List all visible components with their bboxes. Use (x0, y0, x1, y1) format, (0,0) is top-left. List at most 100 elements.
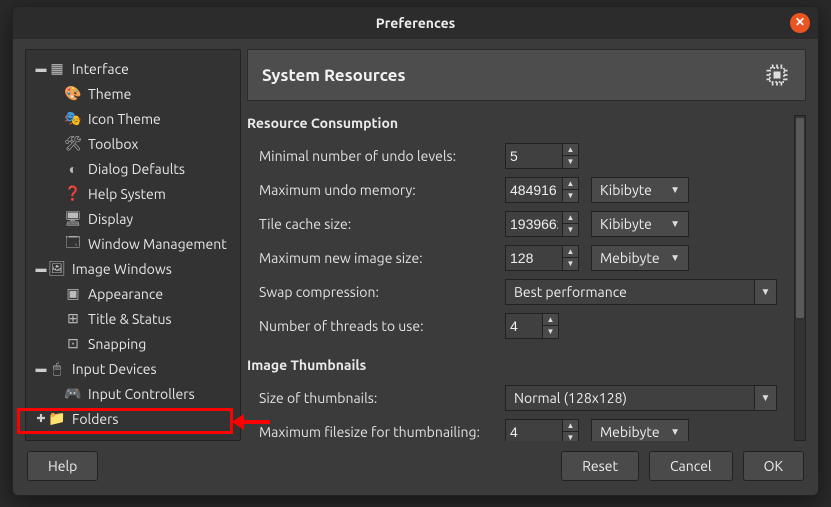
select-value: Mebibyte (600, 424, 660, 440)
tree-label: Dialog Defaults (88, 161, 185, 177)
input-devices-icon: 🖱 (48, 361, 66, 377)
new-image-input[interactable] (506, 250, 562, 266)
thumb-size-select[interactable]: Normal (128x128) (505, 385, 755, 411)
spin-up-icon[interactable]: ▲ (562, 144, 578, 156)
tree-label: Window Management (88, 236, 227, 252)
select-value: Mebibyte (600, 250, 660, 266)
ok-button[interactable]: OK (743, 451, 804, 481)
tile-cache-spinner[interactable]: ▲▼ (505, 211, 579, 237)
tree-item-interface[interactable]: ▬ ▦ Interface (26, 56, 240, 81)
preferences-tree[interactable]: ▬ ▦ Interface 🎨 Theme 🎭 Icon Theme 🛠 Too… (25, 49, 241, 441)
thumb-max-input[interactable] (506, 424, 562, 440)
section-title: System Resources (262, 66, 406, 85)
spin-up-icon[interactable]: ▲ (562, 178, 578, 190)
threads-spinner[interactable]: ▲▼ (505, 313, 559, 339)
reset-button[interactable]: Reset (561, 451, 639, 481)
field-thumb-max: Maximum filesize for thumbnailing: ▲▼ Me… (247, 415, 784, 441)
tree-label: Appearance (88, 286, 163, 302)
undo-levels-input[interactable] (506, 148, 562, 164)
swap-compression-dropdown-button[interactable]: ▼ (755, 279, 777, 305)
close-button[interactable]: ✕ (790, 13, 810, 33)
tree-item-icon-theme[interactable]: 🎭 Icon Theme (26, 106, 240, 131)
tree-item-input-controllers[interactable]: 🎮 Input Controllers (26, 381, 240, 406)
field-swap-compression: Swap compression: Best performance ▼ (247, 275, 784, 309)
tree-label: Display (88, 211, 133, 227)
tree-item-theme[interactable]: 🎨 Theme (26, 81, 240, 106)
expand-icon[interactable]: ✚ (34, 412, 48, 425)
field-label: Minimal number of undo levels: (259, 148, 505, 164)
field-undo-levels: Minimal number of undo levels: ▲▼ (247, 139, 784, 173)
select-value: Normal (128x128) (514, 390, 627, 406)
scrollbar-thumb[interactable] (796, 118, 804, 318)
tree-item-display[interactable]: 🖥 Display (26, 206, 240, 231)
field-label: Number of threads to use: (259, 318, 505, 334)
tree-item-input-devices[interactable]: ▬ 🖱 Input Devices (26, 356, 240, 381)
dialog-footer: Help Reset Cancel OK (13, 441, 818, 495)
content-scrollbar[interactable] (794, 115, 806, 441)
spin-down-icon[interactable]: ▼ (562, 224, 578, 236)
tree-label: Theme (88, 86, 131, 102)
chevron-down-icon: ▼ (670, 184, 680, 196)
dialog-title: Preferences (376, 15, 456, 31)
new-image-unit-select[interactable]: Mebibyte ▼ (591, 245, 689, 271)
thumb-max-spinner[interactable]: ▲▼ (505, 419, 579, 441)
field-tile-cache: Tile cache size: ▲▼ Kibibyte ▼ (247, 207, 784, 241)
content-pane: System Resources Resource Consumption (247, 49, 806, 441)
tree-label: Toolbox (88, 136, 138, 152)
tree-item-snapping[interactable]: ⊡ Snapping (26, 331, 240, 356)
tree-item-title-status[interactable]: ⊞ Title & Status (26, 306, 240, 331)
section-header: System Resources (247, 49, 806, 101)
tree-item-folders[interactable]: ✚ 📁 Folders (26, 406, 240, 431)
spin-up-icon[interactable]: ▲ (562, 212, 578, 224)
spin-up-icon[interactable]: ▲ (562, 420, 578, 432)
undo-memory-unit-select[interactable]: Kibibyte ▼ (591, 177, 689, 203)
tree-item-dialog-defaults[interactable]: ◐ Dialog Defaults (26, 156, 240, 181)
spin-down-icon[interactable]: ▼ (562, 190, 578, 202)
spin-down-icon[interactable]: ▼ (562, 432, 578, 441)
undo-levels-spinner[interactable]: ▲▼ (505, 143, 579, 169)
collapse-icon[interactable]: ▬ (34, 63, 48, 75)
collapse-icon[interactable]: ▬ (34, 363, 48, 375)
spin-down-icon[interactable]: ▼ (562, 258, 578, 270)
button-label: OK (764, 458, 783, 474)
chevron-down-icon: ▼ (670, 252, 680, 264)
spin-down-icon[interactable]: ▼ (542, 326, 558, 338)
undo-memory-input[interactable] (506, 182, 562, 198)
tree-item-window-management[interactable]: 🗔 Window Management (26, 231, 240, 256)
new-image-spinner[interactable]: ▲▼ (505, 245, 579, 271)
button-label: Reset (582, 458, 618, 474)
thumb-size-dropdown-button[interactable]: ▼ (755, 385, 777, 411)
tree-item-help-system[interactable]: ❓ Help System (26, 181, 240, 206)
group-resource-consumption: Resource Consumption (247, 115, 784, 131)
cancel-button[interactable]: Cancel (649, 451, 733, 481)
select-value: Kibibyte (600, 182, 652, 198)
tree-item-appearance[interactable]: ▣ Appearance (26, 281, 240, 306)
chevron-down-icon: ▼ (761, 286, 771, 298)
threads-input[interactable] (506, 318, 542, 334)
tree-item-toolbox[interactable]: 🛠 Toolbox (26, 131, 240, 156)
field-label: Maximum undo memory: (259, 182, 505, 198)
spin-up-icon[interactable]: ▲ (542, 314, 558, 326)
thumb-max-unit-select[interactable]: Mebibyte ▼ (591, 419, 689, 441)
select-value: Kibibyte (600, 216, 652, 232)
tree-label: Input Controllers (88, 386, 195, 402)
tree-item-image-windows[interactable]: ▬ 🖼 Image Windows (26, 256, 240, 281)
chevron-down-icon: ▼ (761, 392, 771, 404)
spin-up-icon[interactable]: ▲ (562, 246, 578, 258)
swap-compression-select[interactable]: Best performance (505, 279, 755, 305)
title-status-icon: ⊞ (64, 311, 82, 327)
icon-theme-icon: 🎭 (64, 111, 82, 127)
collapse-icon[interactable]: ▬ (34, 263, 48, 275)
field-label: Size of thumbnails: (259, 390, 505, 406)
tree-label: Snapping (88, 336, 146, 352)
spin-down-icon[interactable]: ▼ (562, 156, 578, 168)
controllers-icon: 🎮 (64, 386, 82, 402)
help-button[interactable]: Help (27, 451, 98, 481)
undo-memory-spinner[interactable]: ▲▼ (505, 177, 579, 203)
select-value: Best performance (514, 284, 627, 300)
dialog-defaults-icon: ◐ (64, 161, 82, 177)
chevron-down-icon: ▼ (670, 218, 680, 230)
button-label: Cancel (670, 458, 712, 474)
tile-cache-unit-select[interactable]: Kibibyte ▼ (591, 211, 689, 237)
tile-cache-input[interactable] (506, 216, 562, 232)
